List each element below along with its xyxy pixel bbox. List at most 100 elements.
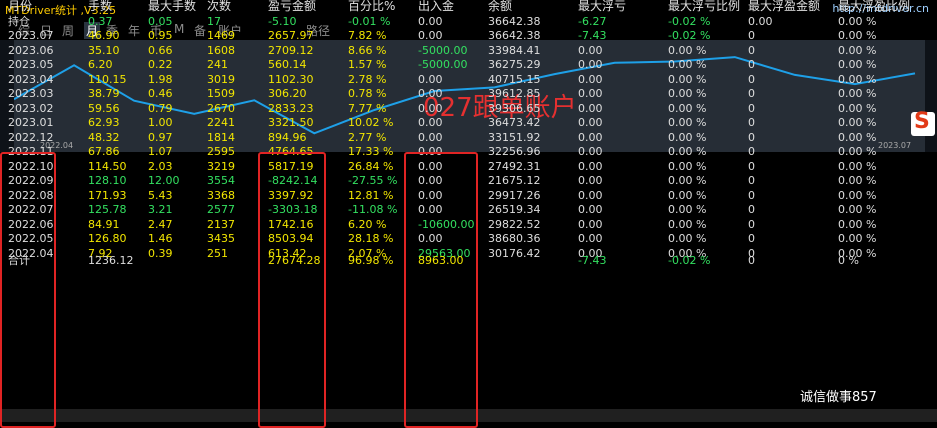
cell-lots: 126.80 — [88, 232, 127, 245]
cell-count: 1509 — [207, 87, 235, 100]
cell-pct: 7.82 % — [348, 29, 387, 42]
table-row: 2023.06 35.10 0.66 1608 2709.12 8.66 % -5000.0… — [0, 44, 937, 57]
cell-drawdown: 0.00 — [578, 159, 603, 173]
cell-count: 1608 — [207, 43, 235, 57]
cell-maxlots: 0.05 — [148, 15, 173, 28]
cell-pct: -11.08 % — [348, 203, 398, 216]
cell-floatprofit: 0 — [748, 58, 755, 71]
holding-row: 持仓 0.37 0.05 17 -5.10 -0.01 % 0.00 36642.38 -6.2… — [0, 15, 937, 28]
cell-drawdown: 0.00 — [578, 58, 603, 71]
cell-count: 1469 — [207, 29, 235, 42]
cell-drawdown: 0.00 — [578, 116, 603, 129]
cell-maxlots: 0.79 — [148, 101, 173, 115]
cell-maxlots: 5.43 — [148, 188, 173, 202]
cell-floatprofit-pct: 0.00 % — [838, 203, 877, 216]
total-floatprofit: 0 — [748, 254, 755, 267]
cell-pnl: 894.96 — [268, 130, 307, 144]
cell-drawdown-pct: 0.00 % — [668, 43, 707, 57]
header-cell: 最大浮亏比例 — [668, 0, 741, 13]
cell-balance: 38680.36 — [488, 232, 541, 245]
cell-floatprofit-pct: 0.00 % — [838, 116, 877, 129]
cell-count: 1814 — [207, 130, 235, 144]
header-cell: 最大浮盈比例 — [838, 0, 911, 13]
cell-pct: 6.20 % — [348, 217, 387, 231]
table-row: 2022.12 48.32 0.97 1814 894.96 2.77 % 0.00 3315… — [0, 131, 937, 144]
cell-drawdown-pct: 0.00 % — [668, 58, 707, 71]
cell-count: 3019 — [207, 72, 235, 86]
cell-count: 17 — [207, 15, 221, 28]
cell-balance: 36473.42 — [488, 116, 541, 129]
cell-balance: 36642.38 — [488, 29, 541, 42]
cell-maxlots: 2.47 — [148, 217, 173, 231]
cell-drawdown-pct: 0.00 % — [668, 188, 707, 202]
row-month: 2023.01 — [8, 116, 54, 129]
cell-pnl: 2833.23 — [268, 101, 314, 115]
cell-floatprofit-pct: 0.00 % — [838, 101, 877, 115]
cell-floatprofit-pct: 0.00 % — [838, 145, 877, 158]
cell-pnl: 560.14 — [268, 58, 307, 71]
cell-count: 3368 — [207, 188, 235, 202]
row-month: 2023.03 — [8, 87, 54, 100]
cell-drawdown: 0.00 — [578, 72, 603, 86]
cell-balance: 29822.52 — [488, 217, 541, 231]
cell-pct: 28.18 % — [348, 232, 394, 245]
cell-pct: -27.55 % — [348, 174, 398, 187]
cell-lots: 38.79 — [88, 87, 120, 100]
cell-floatprofit: 0 — [748, 217, 755, 231]
cell-flow: 0.00 — [418, 87, 443, 100]
cell-pct: 10.02 % — [348, 116, 394, 129]
cell-balance: 33984.41 — [488, 43, 541, 57]
cell-drawdown: 0.00 — [578, 217, 603, 231]
cell-count: 2137 — [207, 217, 235, 231]
cell-drawdown-pct: 0.00 % — [668, 87, 707, 100]
cell-floatprofit: 0 — [748, 145, 755, 158]
table-row: 2023.04 110.15 1.98 3019 1102.30 2.78 % 0.00 40… — [0, 73, 937, 86]
cell-floatprofit: 0.00 — [748, 15, 773, 28]
cell-pnl: 2657.97 — [268, 29, 314, 42]
cell-balance: 39306.65 — [488, 101, 541, 115]
cell-floatprofit-pct: 0.00 % — [838, 87, 877, 100]
cell-lots: 171.93 — [88, 188, 127, 202]
cell-lots: 62.93 — [88, 116, 120, 129]
cell-lots: 35.10 — [88, 43, 120, 57]
row-month: 2023.07 — [8, 29, 54, 42]
cell-drawdown-pct: 0.00 % — [668, 217, 707, 231]
cell-floatprofit-pct: 0.00 % — [838, 72, 877, 86]
cell-pct: 0.78 % — [348, 87, 387, 100]
cell-flow: 0.00 — [418, 72, 443, 86]
cell-drawdown: 0.00 — [578, 174, 603, 187]
cell-lots: 110.15 — [88, 72, 127, 86]
cell-balance: 29917.26 — [488, 188, 541, 202]
cell-count: 2577 — [207, 203, 235, 216]
cell-floatprofit-pct: 0.00 % — [838, 130, 877, 144]
cell-floatprofit-pct: 0.00 % — [838, 58, 877, 71]
cell-pct: 7.77 % — [348, 101, 387, 115]
cell-floatprofit-pct: 0.00 % — [838, 43, 877, 57]
total-lots: 1236.12 — [88, 254, 134, 267]
cell-maxlots: 0.22 — [148, 58, 173, 71]
cell-drawdown-pct: 0.00 % — [668, 116, 707, 129]
row-month: 2023.06 — [8, 43, 54, 57]
table-row: 2023.02 59.56 0.79 2670 2833.23 7.77 % 0.00 393… — [0, 102, 937, 115]
cell-balance: 21675.12 — [488, 174, 541, 187]
cell-drawdown: -6.27 — [578, 15, 607, 28]
cell-floatprofit: 0 — [748, 203, 755, 216]
cell-drawdown-pct: 0.00 % — [668, 232, 707, 245]
cell-count: 2670 — [207, 101, 235, 115]
cell-balance: 33151.92 — [488, 130, 541, 144]
cell-maxlots: 1.00 — [148, 116, 173, 129]
cell-floatprofit-pct: 0.00 % — [838, 29, 877, 42]
cell-drawdown: 0.00 — [578, 43, 603, 57]
cell-flow: 0.00 — [418, 15, 443, 28]
cell-flow: -5000.00 — [418, 58, 468, 71]
cell-lots: 59.56 — [88, 101, 120, 115]
cell-flow: 0.00 — [418, 130, 443, 144]
cell-lots: 128.10 — [88, 174, 127, 187]
header-cell: 最大浮盈金额 — [748, 0, 821, 13]
cell-floatprofit-pct: 0.00 % — [838, 174, 877, 187]
cell-balance: 40715.15 — [488, 72, 541, 86]
cell-drawdown: 0.00 — [578, 130, 603, 144]
cell-drawdown: 0.00 — [578, 87, 603, 100]
cell-pnl: 2709.12 — [268, 43, 314, 57]
highlight-box-flow — [404, 152, 478, 428]
